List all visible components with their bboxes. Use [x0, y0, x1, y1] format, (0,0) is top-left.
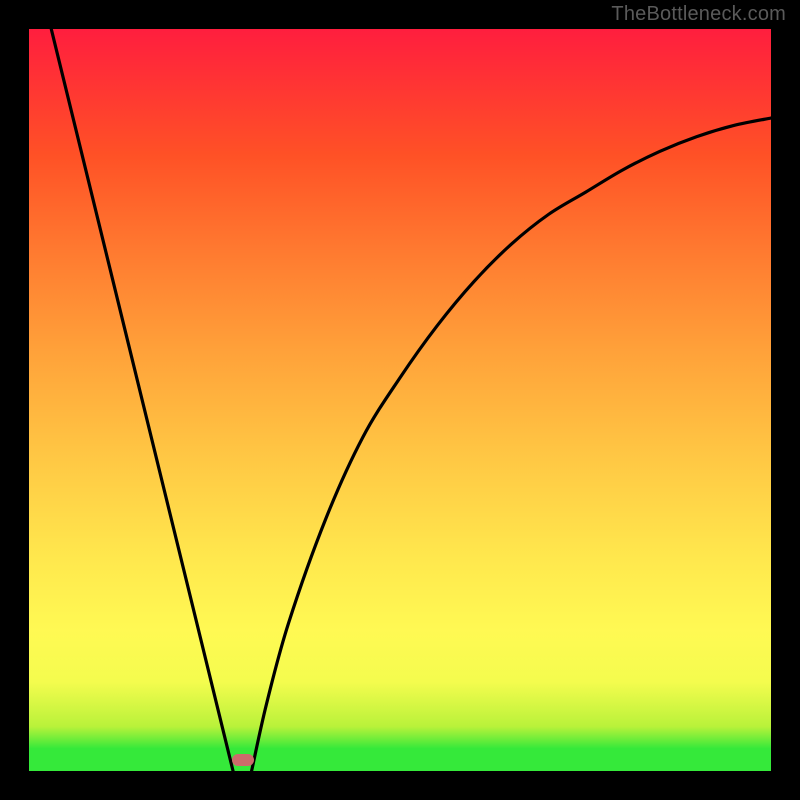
bottleneck-curve: [29, 29, 771, 771]
plot-area: [29, 29, 771, 771]
chart-frame: TheBottleneck.com: [0, 0, 800, 800]
vertex-marker: [232, 754, 254, 766]
watermark-text: TheBottleneck.com: [611, 3, 786, 26]
